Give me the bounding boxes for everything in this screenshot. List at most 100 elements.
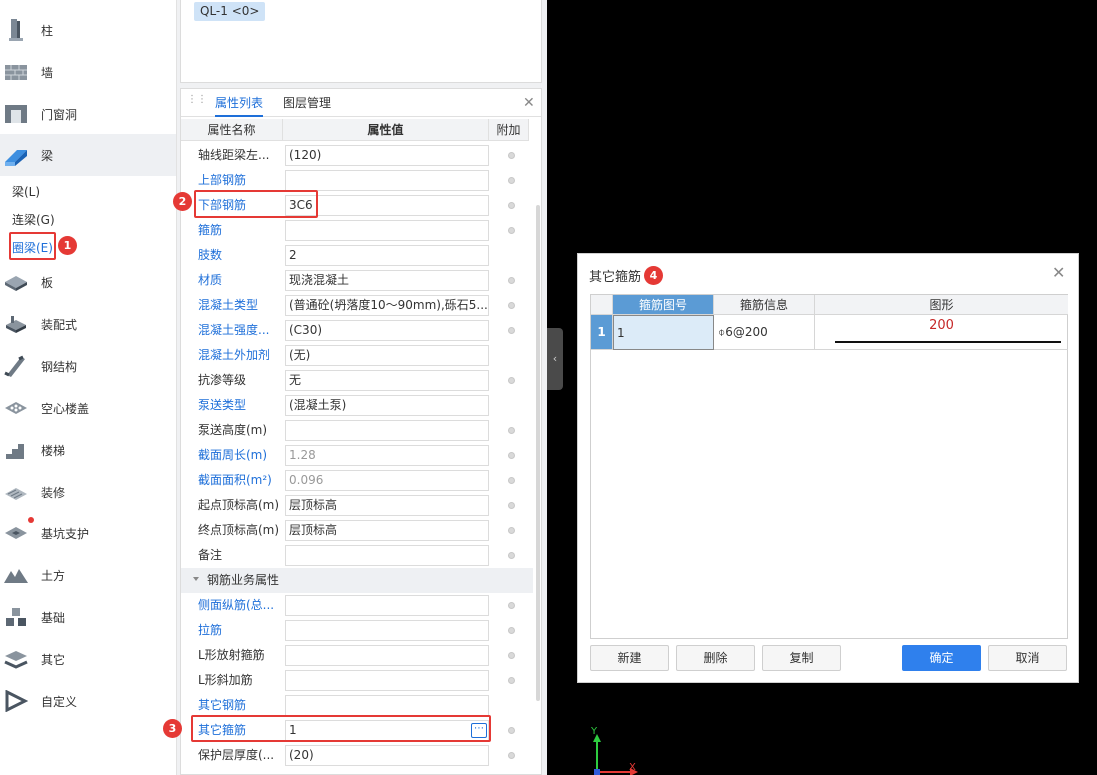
prop-value[interactable] [285, 695, 489, 716]
nav-item-prefab[interactable]: 装配式 [0, 304, 176, 344]
prop-name: 泵送高度(m) [198, 423, 268, 437]
attach-checkbox[interactable] [508, 752, 515, 759]
step-badge-1: 1 [58, 236, 77, 255]
attach-checkbox[interactable] [508, 377, 515, 384]
sub-item-coupling-beam[interactable]: 连梁(G) [12, 211, 55, 228]
cell-shape[interactable]: 200 [815, 315, 1068, 350]
prop-value[interactable] [285, 545, 489, 566]
nav-item-column[interactable]: 柱 [0, 10, 176, 50]
copy-button[interactable]: 复制 [762, 645, 841, 671]
step-badge-2: 2 [173, 192, 192, 211]
scrollbar[interactable] [536, 205, 540, 701]
attach-checkbox[interactable] [508, 627, 515, 634]
prop-value[interactable]: 层顶标高 [285, 495, 489, 516]
component-tag[interactable]: QL-1 <0> [194, 2, 266, 21]
dialog-title: 其它箍筋 [589, 270, 642, 285]
close-icon[interactable]: ✕ [523, 95, 535, 111]
nav-item-door-window[interactable]: 门窗洞 [0, 94, 176, 134]
close-icon[interactable]: ✕ [1052, 263, 1065, 282]
column-header-stirrup-info[interactable]: 箍筋信息 [714, 295, 815, 315]
prop-value[interactable]: (C30) [285, 320, 489, 341]
attach-checkbox[interactable] [508, 502, 515, 509]
nav-item-beam[interactable]: 梁 [0, 134, 176, 176]
prop-value[interactable] [285, 645, 489, 666]
nav-item-earthwork[interactable]: 土方 [0, 555, 176, 595]
nav-item-stair[interactable]: 楼梯 [0, 430, 176, 470]
attach-checkbox[interactable] [508, 227, 515, 234]
prop-row: 截面面积(m²) 0.096 [181, 468, 533, 493]
collapse-caret-icon[interactable] [193, 577, 199, 581]
prop-value[interactable]: 无 [285, 370, 489, 391]
prop-value[interactable]: (普通砼(坍落度10～90mm),砾石5... [285, 295, 489, 316]
prop-value[interactable]: (120) [285, 145, 489, 166]
attach-checkbox[interactable] [508, 202, 515, 209]
attach-checkbox[interactable] [508, 302, 515, 309]
ok-button[interactable]: 确定 [902, 645, 981, 671]
attach-checkbox[interactable] [508, 177, 515, 184]
cell-stirrup-number[interactable]: 1 [613, 315, 714, 350]
prop-value[interactable] [285, 420, 489, 441]
panel-collapse-handle[interactable]: ‹ [547, 328, 563, 390]
attach-checkbox[interactable] [508, 652, 515, 659]
prop-value[interactable] [285, 670, 489, 691]
prop-value[interactable] [285, 220, 489, 241]
attach-checkbox[interactable] [508, 727, 515, 734]
sub-item-beam-l[interactable]: 梁(L) [12, 183, 40, 200]
nav-item-decoration[interactable]: 装修 [0, 472, 176, 512]
prop-value[interactable]: (无) [285, 345, 489, 366]
attach-checkbox[interactable] [508, 602, 515, 609]
prop-value[interactable]: 层顶标高 [285, 520, 489, 541]
attach-checkbox[interactable] [508, 527, 515, 534]
prop-value[interactable] [285, 595, 489, 616]
attach-checkbox[interactable] [508, 452, 515, 459]
other-icon [3, 646, 29, 672]
new-button[interactable]: 新建 [590, 645, 669, 671]
prop-row: 截面周长(m) 1.28 [181, 443, 533, 468]
notification-dot [28, 517, 34, 523]
attach-checkbox[interactable] [508, 327, 515, 334]
delete-button[interactable]: 删除 [676, 645, 755, 671]
attach-checkbox[interactable] [508, 152, 515, 159]
prop-value[interactable] [285, 170, 489, 191]
attach-checkbox[interactable] [508, 277, 515, 284]
door-window-icon [3, 101, 29, 127]
prop-value[interactable]: (混凝土泵) [285, 395, 489, 416]
column-icon [3, 17, 29, 43]
nav-label: 其它 [41, 652, 66, 667]
nav-item-pit-support[interactable]: 基坑支护 [0, 513, 176, 553]
tab-property-list[interactable]: 属性列表 [215, 89, 264, 117]
prop-value[interactable]: 现浇混凝土 [285, 270, 489, 291]
nav-item-hollow-floor[interactable]: 空心楼盖 [0, 388, 176, 428]
nav-item-slab[interactable]: 板 [0, 262, 176, 302]
nav-label: 梁 [41, 148, 54, 163]
prop-row: 抗渗等级 无 [181, 368, 533, 393]
cancel-button[interactable]: 取消 [988, 645, 1067, 671]
nav-label: 基础 [41, 610, 66, 625]
stair-icon [3, 437, 29, 463]
prop-value[interactable]: 2 [285, 245, 489, 266]
attach-checkbox[interactable] [508, 477, 515, 484]
attach-checkbox[interactable] [508, 427, 515, 434]
group-rebar-properties[interactable]: 钢筋业务属性 [181, 568, 533, 593]
prop-name: 箍筋 [198, 223, 223, 237]
nav-item-wall[interactable]: 墙 [0, 52, 176, 92]
cell-stirrup-info[interactable]: ⌽6@200 [714, 315, 815, 350]
prop-row: 备注 [181, 543, 533, 568]
attach-checkbox[interactable] [508, 552, 515, 559]
nav-item-foundation[interactable]: 基础 [0, 597, 176, 637]
nav-item-steel-structure[interactable]: 钢结构 [0, 346, 176, 386]
attach-checkbox[interactable] [508, 677, 515, 684]
foundation-icon [3, 604, 29, 630]
nav-item-custom[interactable]: 自定义 [0, 681, 176, 721]
nav-item-other[interactable]: 其它 [0, 639, 176, 679]
prop-value[interactable] [285, 620, 489, 641]
drag-grip-icon[interactable]: ⋮⋮ [187, 95, 207, 110]
column-header-stirrup-number[interactable]: 箍筋图号 [613, 295, 714, 315]
prop-row: L形放射箍筋 [181, 643, 533, 668]
prop-value[interactable]: (20) [285, 745, 489, 766]
nav-label: 柱 [41, 23, 54, 38]
tab-layer-management[interactable]: 图层管理 [283, 89, 331, 117]
row-index[interactable]: 1 [591, 315, 613, 350]
other-stirrup-dialog: 其它箍筋 4 ✕ 箍筋图号 箍筋信息 图形 1 1 ⌽6@200 200 新建 … [577, 253, 1079, 683]
beam-icon [3, 142, 29, 168]
